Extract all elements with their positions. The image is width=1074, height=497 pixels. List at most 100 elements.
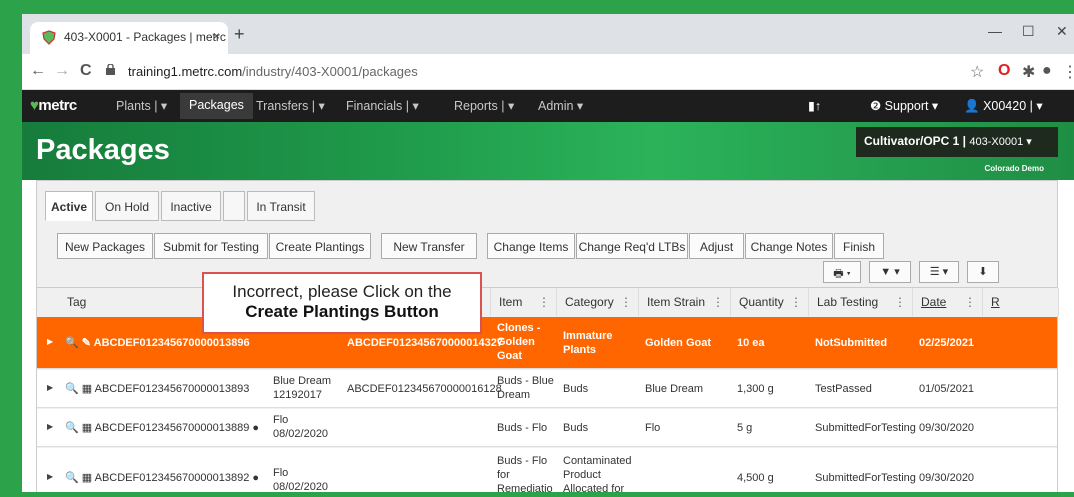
column-menu-icon[interactable]: ⋮ [964,295,976,309]
table-row[interactable]: ▶ 🔍 ▦ ABCDEF012345670000013892 ● Flo 08/… [37,448,1057,492]
column-menu-icon[interactable]: ⋮ [712,295,724,309]
col-tag-label: Tag [67,295,87,309]
adjust-button[interactable]: Adjust [689,233,744,259]
finish-button[interactable]: Finish [834,233,884,259]
filter-icon[interactable]: ▼ ▾ [869,261,911,283]
nav-financials[interactable]: Financials | ▾ [346,98,419,113]
back-icon[interactable]: ← [30,62,46,80]
puzzle-extension-icon[interactable]: ✱ [1022,62,1035,82]
change-items-button[interactable]: Change Items [487,233,575,259]
row-lab: SubmittedForTesting [815,422,916,434]
tab-in-transit[interactable]: In Transit [247,191,315,221]
create-plantings-button[interactable]: Create Plantings [269,233,371,259]
row-item: Buds - Flo for Remediation [497,455,553,492]
col-r[interactable]: R [983,288,1059,316]
new-packages-button[interactable]: New Packages [57,233,153,259]
expand-icon[interactable]: ▶ [47,383,53,392]
row-strain-date: Flo 08/02/2020 [273,467,329,492]
row-item-strain: Golden Goat [645,337,711,349]
nav-transfers[interactable]: Transfers | ▾ [256,98,325,113]
reload-icon[interactable]: C [80,62,92,80]
row-category: Buds [563,422,589,434]
row-lab: NotSubmitted [815,337,888,349]
drop-icon: ● [252,422,260,434]
row-item-strain: Blue Dream [645,383,704,395]
col-item-strain-label: Item Strain [647,295,706,309]
table-row[interactable]: ▶ 🔍 ▦ ABCDEF012345670000013893 Blue Drea… [37,370,1057,408]
opera-extension-icon[interactable]: O [998,62,1010,80]
facility-license: 403-X0001 ▾ [969,136,1032,148]
download-icon[interactable]: ⬇ [967,261,999,283]
close-window-icon[interactable]: ✕ [1056,23,1068,40]
tab-inactive[interactable]: Inactive [161,191,221,221]
packages-panel: Active On Hold Inactive In Transit New P… [36,180,1059,492]
col-item-strain[interactable]: Item Strain ⋮ [639,288,731,316]
page-banner: Packages Cultivator/OPC 1 | 403-X0001 ▾ … [22,122,1074,180]
nav-support[interactable]: ❷ Support ▾ [870,98,938,113]
submit-for-testing-button[interactable]: Submit for Testing [154,233,268,259]
column-menu-icon[interactable]: ⋮ [894,295,906,309]
columns-menu-icon[interactable]: ☰ ▾ [919,261,959,283]
nav-user[interactable]: 👤 X00420 | ▾ [964,98,1043,114]
col-date[interactable]: Date ⋮ [913,288,983,316]
col-quantity[interactable]: Quantity ⋮ [731,288,809,316]
facility-selector[interactable]: Cultivator/OPC 1 | 403-X0001 ▾ [856,127,1058,157]
column-menu-icon[interactable]: ⋮ [620,295,632,309]
col-item[interactable]: Item ⋮ [491,288,557,316]
row-item-strain: Flo [645,422,661,434]
col-lab-testing[interactable]: Lab Testing ⋮ [809,288,913,316]
url-field[interactable]: training1.metrc.com/industry/403-X0001/p… [102,60,962,84]
row-tag: 🔍 ▦ ABCDEF012345670000013893 [65,383,250,395]
metrc-logo[interactable]: ♥metrc [30,97,77,114]
row-item: Buds - Flo [497,422,548,434]
row-quantity: 4,500 g [737,472,774,484]
row-lab: SubmittedForTesting [815,472,916,484]
expand-icon[interactable]: ▶ [47,472,53,481]
star-icon[interactable]: ☆ [970,62,984,82]
column-menu-icon[interactable]: ⋮ [790,295,802,309]
change-notes-button[interactable]: Change Notes [745,233,833,259]
tab-active[interactable]: Active [45,191,93,221]
minimize-icon[interactable]: — [988,23,1002,39]
expand-icon[interactable]: ▶ [47,422,53,431]
nav-plants[interactable]: Plants | ▾ [116,98,167,113]
browser-tab[interactable]: 403-X0001 - Packages | metrc × [30,22,228,54]
table-row[interactable]: ▶ 🔍 ✎ ABCDEF012345670000013896 ABCDEF012… [37,317,1057,369]
change-reqd-ltbs-button[interactable]: Change Req'd LTBs [576,233,688,259]
menu-dots-icon[interactable]: ⋮ [1062,62,1074,82]
callout-line-2: Create Plantings Button [245,302,439,321]
maximize-icon[interactable]: ☐ [1022,23,1035,40]
new-transfer-button[interactable]: New Transfer [381,233,477,259]
tab-on-hold[interactable]: On Hold [95,191,159,221]
upload-icon[interactable]: ▮↑ [808,98,821,113]
col-lab-testing-label: Lab Testing [817,295,879,309]
col-category-label: Category [565,295,614,309]
forward-icon[interactable]: → [54,62,70,80]
metrc-favicon-icon [42,30,56,45]
table-row[interactable]: ▶ 🔍 ▦ ABCDEF012345670000013889 ● Flo 08/… [37,409,1057,447]
print-icon[interactable]: 🖶 ▾ [823,261,861,283]
row-category: Buds [563,383,589,395]
new-tab-icon[interactable]: + [234,25,245,43]
nav-admin[interactable]: Admin ▾ [538,98,583,113]
tab-spacer [223,191,245,221]
row-quantity: 1,300 g [737,383,774,395]
packages-grid: Tag ⋮ ⋮ ⋮ Item ⋮ Category ⋮ Item Strain ⋮ Qu… [37,287,1059,492]
row-date: 09/30/2020 [919,472,975,484]
expand-icon[interactable]: ▶ [47,337,53,346]
col-r-label: R [991,295,1000,309]
column-menu-icon[interactable]: ⋮ [538,295,550,309]
tab-close-icon[interactable]: × [213,29,220,43]
state-label: Colorado Demo [984,164,1044,173]
row-source: ABCDEF012345670000016128 [347,383,502,395]
nav-reports[interactable]: Reports | ▾ [454,98,514,113]
logo-text: metrc [38,97,77,114]
row-tag: 🔍 ▦ ABCDEF012345670000013892 ● [65,472,260,484]
row-lab: TestPassed [815,383,872,395]
col-category[interactable]: Category ⋮ [557,288,639,316]
row-item: Buds - Blue Dream [497,375,554,401]
col-date-label: Date [921,295,947,309]
col-quantity-label: Quantity [739,295,784,309]
nav-packages[interactable]: Packages [180,93,253,119]
profile-icon[interactable]: ● [1042,62,1052,80]
